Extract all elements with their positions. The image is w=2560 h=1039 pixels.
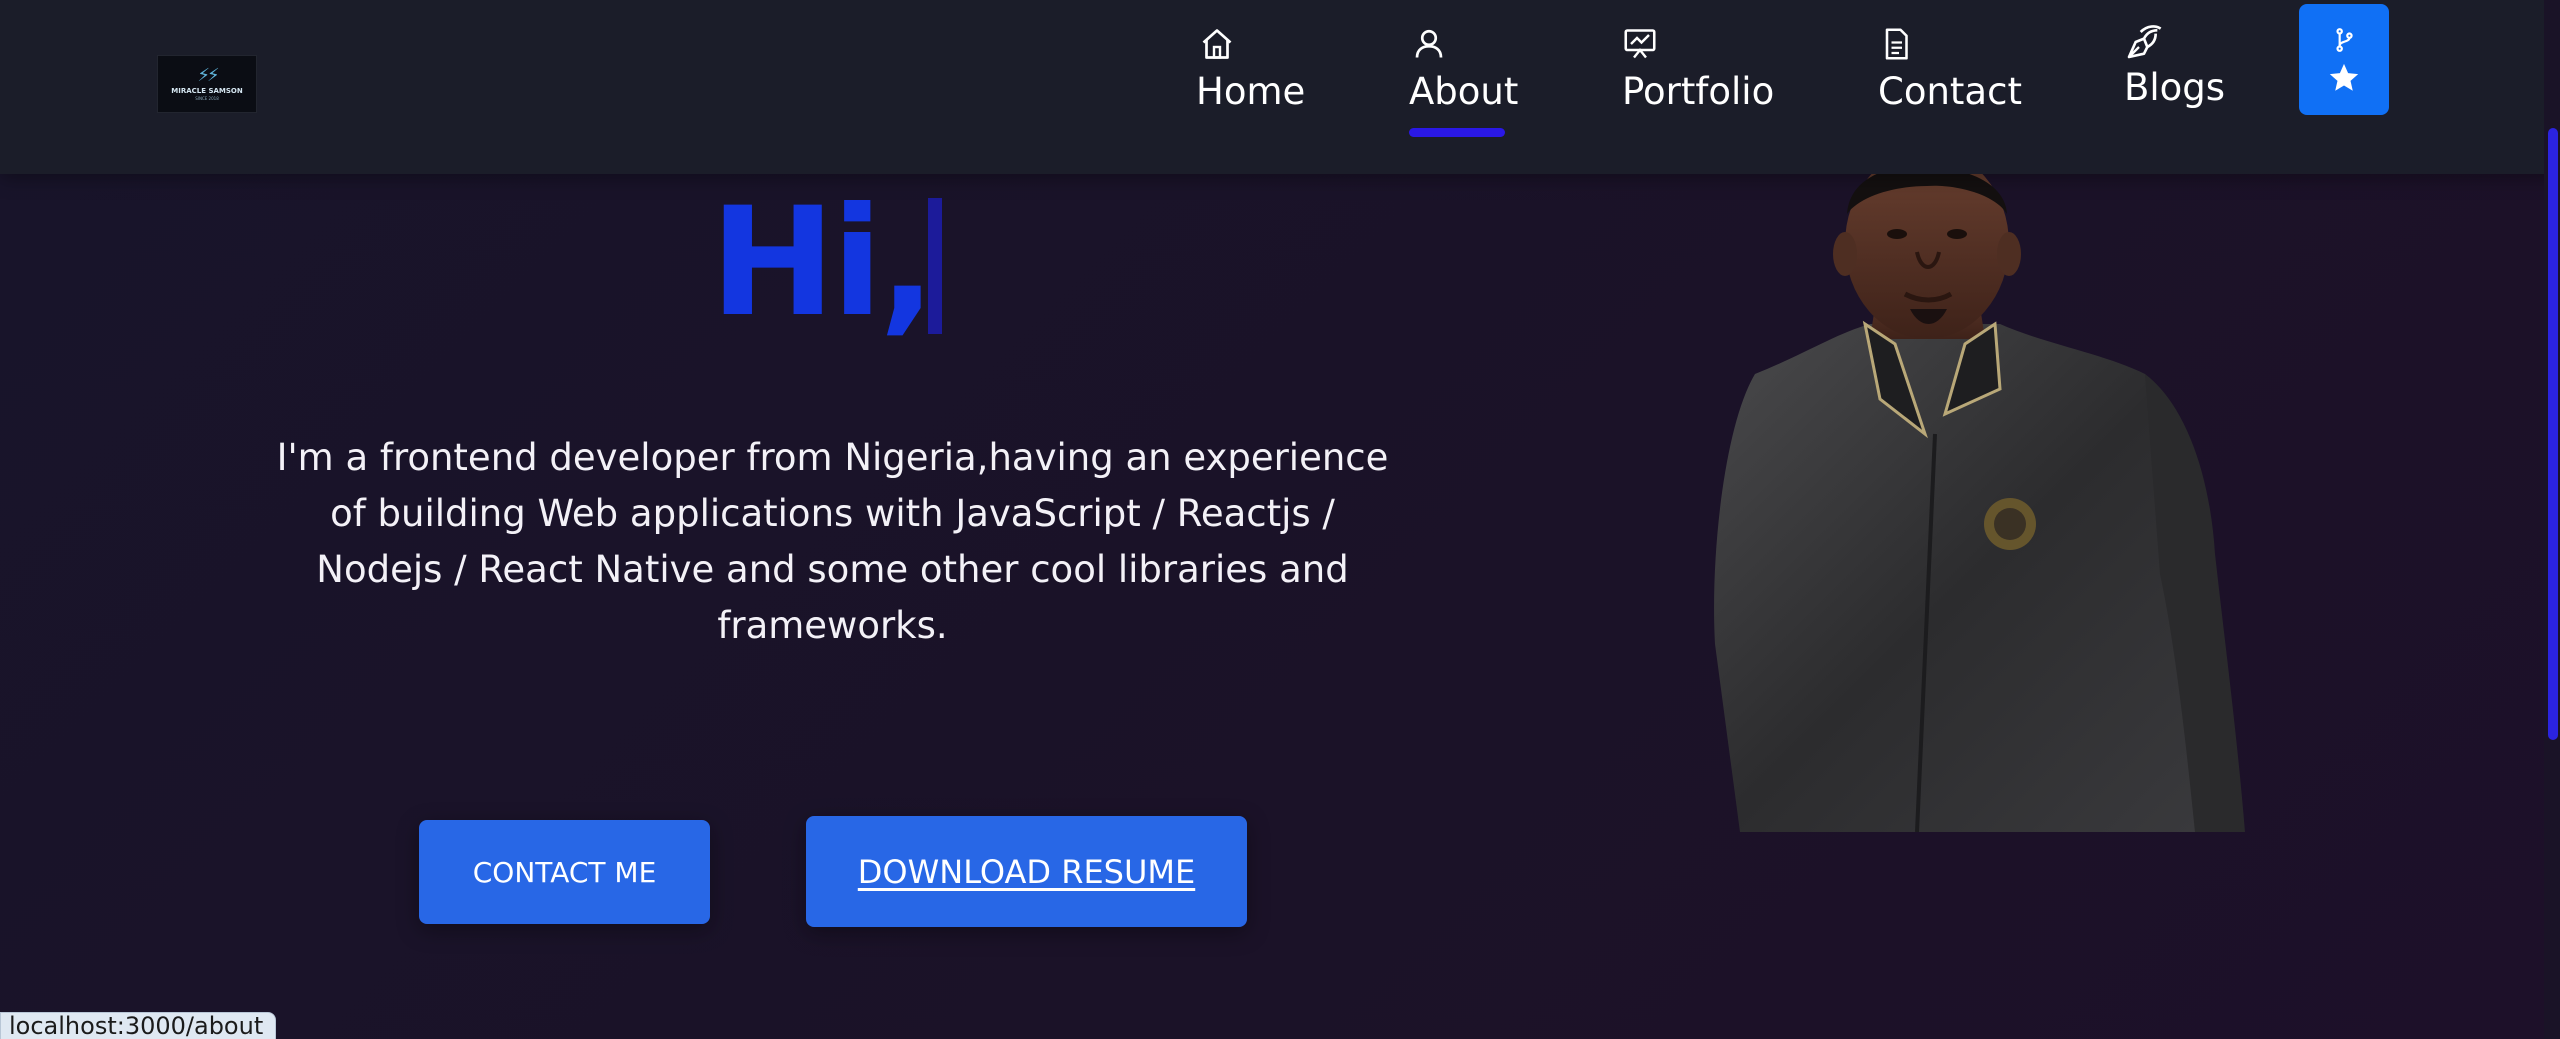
hero-greeting: Hi, [710,176,936,350]
logo-mark-icon: ⚡⚡ [197,65,219,86]
nav-label-home: Home [1196,70,1306,113]
nav-item-contact[interactable]: Contact [1878,26,2022,114]
nav-label-about: About [1409,70,1519,113]
nav-item-blogs[interactable]: Blogs [2124,22,2225,110]
document-icon [1885,28,1908,60]
top-navbar: ⚡⚡ MIRACLE SAMSON SINCE 2018 Home About … [0,0,2560,174]
site-logo[interactable]: ⚡⚡ MIRACLE SAMSON SINCE 2018 [157,55,257,113]
contact-me-button[interactable]: CONTACT ME [419,820,710,924]
nav-item-home[interactable]: Home [1196,26,1305,114]
link-preview-status-bar: localhost:3000/about [0,1012,277,1039]
user-icon [1415,29,1443,58]
git-fork-icon [2336,27,2353,52]
home-icon [1202,29,1232,59]
logo-tagline: SINCE 2018 [195,96,219,101]
intro-paragraph: I'm a frontend developer from Nigeria,ha… [276,436,1389,647]
logo-name: MIRACLE SAMSON [171,87,243,95]
profile-portrait-image [1714,174,2245,832]
nav-label-contact: Contact [1878,70,2022,113]
star-icon [2329,63,2359,91]
presentation-chart-icon [1624,29,1656,59]
page-scrollbar-thumb[interactable] [2548,128,2558,740]
pen-nib-icon [2127,25,2162,59]
nav-label-portfolio: Portfolio [1622,70,1775,113]
download-resume-button[interactable]: DOWNLOAD RESUME [806,816,1247,927]
github-star-button[interactable] [2299,4,2389,115]
active-nav-underline [1409,128,1505,137]
nav-label-blogs: Blogs [2124,66,2226,109]
typing-cursor [928,198,942,334]
nav-item-about[interactable]: About [1409,26,1518,114]
nav-item-portfolio[interactable]: Portfolio [1622,26,1774,114]
